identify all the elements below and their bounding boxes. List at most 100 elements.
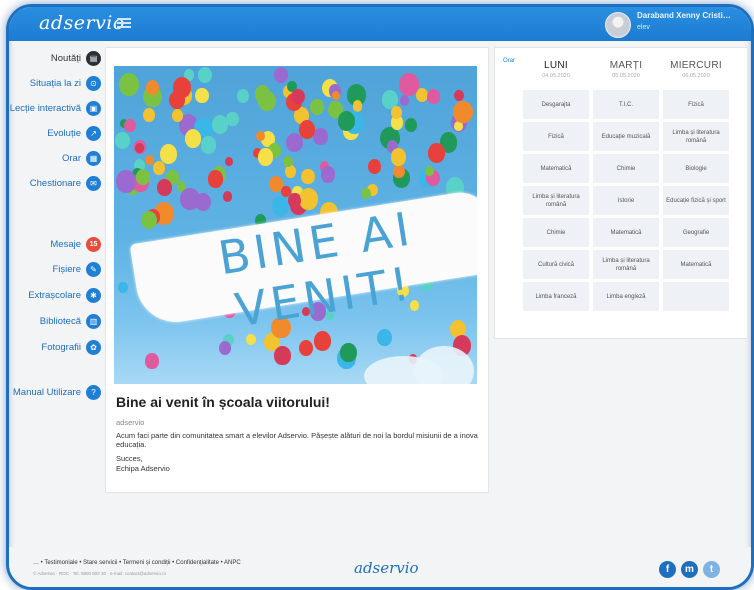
schedule-cell[interactable]: Cultură civică [523, 250, 589, 279]
balloon [222, 190, 233, 202]
schedule-cell[interactable]: Educație muzicală [593, 122, 659, 151]
day-header-miercuri[interactable]: MIERCURI 06.05.2020 [663, 60, 729, 79]
balloon [172, 109, 184, 122]
balloon [257, 148, 273, 166]
sidebar-item-evolutie[interactable]: Evoluție ↗ [9, 122, 103, 144]
schedule-cell[interactable]: Matematică [663, 250, 729, 279]
sidebar-item-label: Chestionare [29, 177, 81, 189]
balloon [160, 144, 178, 164]
messages-badge: 15 [86, 236, 101, 252]
balloon [287, 193, 301, 209]
schedule-cell[interactable]: Chimie [593, 154, 659, 183]
balloon [124, 118, 136, 133]
balloon [195, 87, 209, 103]
files-icon: ✎ [86, 261, 101, 277]
balloon [298, 188, 318, 210]
balloon [145, 79, 159, 96]
schedule-cell[interactable]: Limba și literatura română [523, 186, 589, 215]
balloon [390, 147, 406, 166]
day-header-marti[interactable]: MARȚI 05.05.2020 [593, 60, 659, 79]
menu-toggle-icon[interactable] [117, 16, 131, 30]
schedule-cell[interactable]: Limba franceză [523, 282, 589, 311]
balloon [118, 72, 139, 96]
sidebar-item-label: Bibliotecă [39, 315, 81, 327]
schedule-cell[interactable]: Limba și literatura română [593, 250, 659, 279]
facebook-icon[interactable]: f [659, 561, 676, 578]
schedule-cell[interactable]: Matematică [593, 218, 659, 247]
balloon [399, 73, 419, 97]
schedule-cell[interactable]: Geografie [663, 218, 729, 247]
balloon [184, 129, 201, 149]
balloon [140, 210, 157, 229]
sidebar-item-extrascolare[interactable]: Extrașcolare ✱ [9, 284, 103, 306]
day-date: 05.05.2020 [612, 73, 640, 79]
sidebar-item-label: Manual Utilizare [12, 386, 81, 398]
balloon [313, 128, 328, 145]
schedule-cell[interactable]: Fizică [523, 122, 589, 151]
sidebar-item-lectie[interactable]: Lecție interactivă ▣ [9, 97, 103, 119]
sidebar-item-situatia[interactable]: Situația la zi ⊙ [9, 72, 103, 94]
balloon [298, 339, 314, 357]
balloon [390, 105, 403, 119]
balloon [283, 155, 293, 167]
post-title[interactable]: Bine ai venit în școala viitorului! [116, 394, 330, 410]
schedule-cell[interactable]: Istorie [593, 186, 659, 215]
library-icon: ▥ [86, 313, 101, 329]
schedule-widget: Orar LUNI 04.05.2020 MARȚI 05.05.2020 MI… [494, 47, 748, 339]
post-sign-team: Echipa Adservio [116, 464, 170, 473]
schedule-cell[interactable] [663, 282, 729, 311]
calendar-icon: ▦ [86, 150, 101, 166]
schedule-cell[interactable]: Biologie [663, 154, 729, 183]
balloon [254, 85, 270, 103]
schedule-cell[interactable]: Limba engleză [593, 282, 659, 311]
balloon [454, 90, 465, 102]
balloon [404, 117, 418, 133]
schedule-label[interactable]: Orar [503, 58, 515, 64]
footer: … • Testimoniale • Stare servicii • Term… [9, 547, 751, 587]
sidebar-item-label: Fotografii [41, 341, 81, 353]
balloon [286, 132, 304, 152]
user-name[interactable]: Daraband Xenny Cristi… [637, 11, 731, 20]
sidebar-item-orar[interactable]: Orar ▦ [9, 147, 103, 169]
sidebar-item-manual[interactable]: Manual Utilizare ? [9, 381, 103, 403]
sidebar-item-fotografii[interactable]: Fotografii ✿ [9, 336, 103, 358]
top-bar: adservio Daraband Xenny Cristi… elev [9, 7, 751, 41]
schedule-cell[interactable]: Limba și literatura română [663, 122, 729, 151]
sidebar-item-label: Orar [62, 152, 81, 164]
day-header-luni[interactable]: LUNI 04.05.2020 [523, 60, 589, 79]
schedule-cell[interactable]: Desgarajta [523, 90, 589, 119]
sidebar-item-mesaje[interactable]: Mesaje 15 [9, 233, 103, 255]
schedule-cell[interactable]: T.I.C. [593, 90, 659, 119]
chart-icon: ↗ [86, 125, 101, 141]
balloon [361, 187, 372, 200]
balloon [135, 143, 144, 154]
schedule-cell[interactable]: Chimie [523, 218, 589, 247]
avatar[interactable] [605, 12, 631, 38]
sidebar-item-biblioteca[interactable]: Bibliotecă ▥ [9, 310, 103, 332]
sidebar-item-chestionare[interactable]: Chestionare ✉ [9, 172, 103, 194]
schedule-cell[interactable]: Educație fizică și sport [663, 186, 729, 215]
balloon [399, 94, 410, 106]
day-date: 04.05.2020 [542, 73, 570, 79]
app-logo[interactable]: adservio [39, 12, 125, 34]
balloon [310, 99, 325, 116]
balloon [153, 161, 166, 175]
sidebar-item-noutati[interactable]: Noutăți ▤ [9, 47, 103, 69]
balloon [426, 88, 440, 104]
balloon [320, 166, 336, 184]
day-name: MIERCURI [670, 60, 722, 71]
day-name: MARȚI [609, 60, 643, 71]
footer-links[interactable]: … • Testimoniale • Stare servicii • Term… [33, 560, 241, 566]
messenger-icon[interactable]: m [681, 561, 698, 578]
sidebar-item-label: Evoluție [47, 127, 81, 139]
sidebar-item-label: Situația la zi [29, 77, 81, 89]
sidebar-item-fisiere[interactable]: Fișiere ✎ [9, 258, 103, 280]
extracurricular-icon: ✱ [86, 287, 101, 303]
schedule-cell[interactable]: Fizică [663, 90, 729, 119]
balloon [116, 170, 136, 193]
schedule-cell[interactable]: Matematică [523, 154, 589, 183]
balloon [377, 328, 393, 346]
balloon [332, 91, 341, 101]
lesson-icon: ▣ [86, 100, 101, 116]
twitter-icon[interactable]: t [703, 561, 720, 578]
